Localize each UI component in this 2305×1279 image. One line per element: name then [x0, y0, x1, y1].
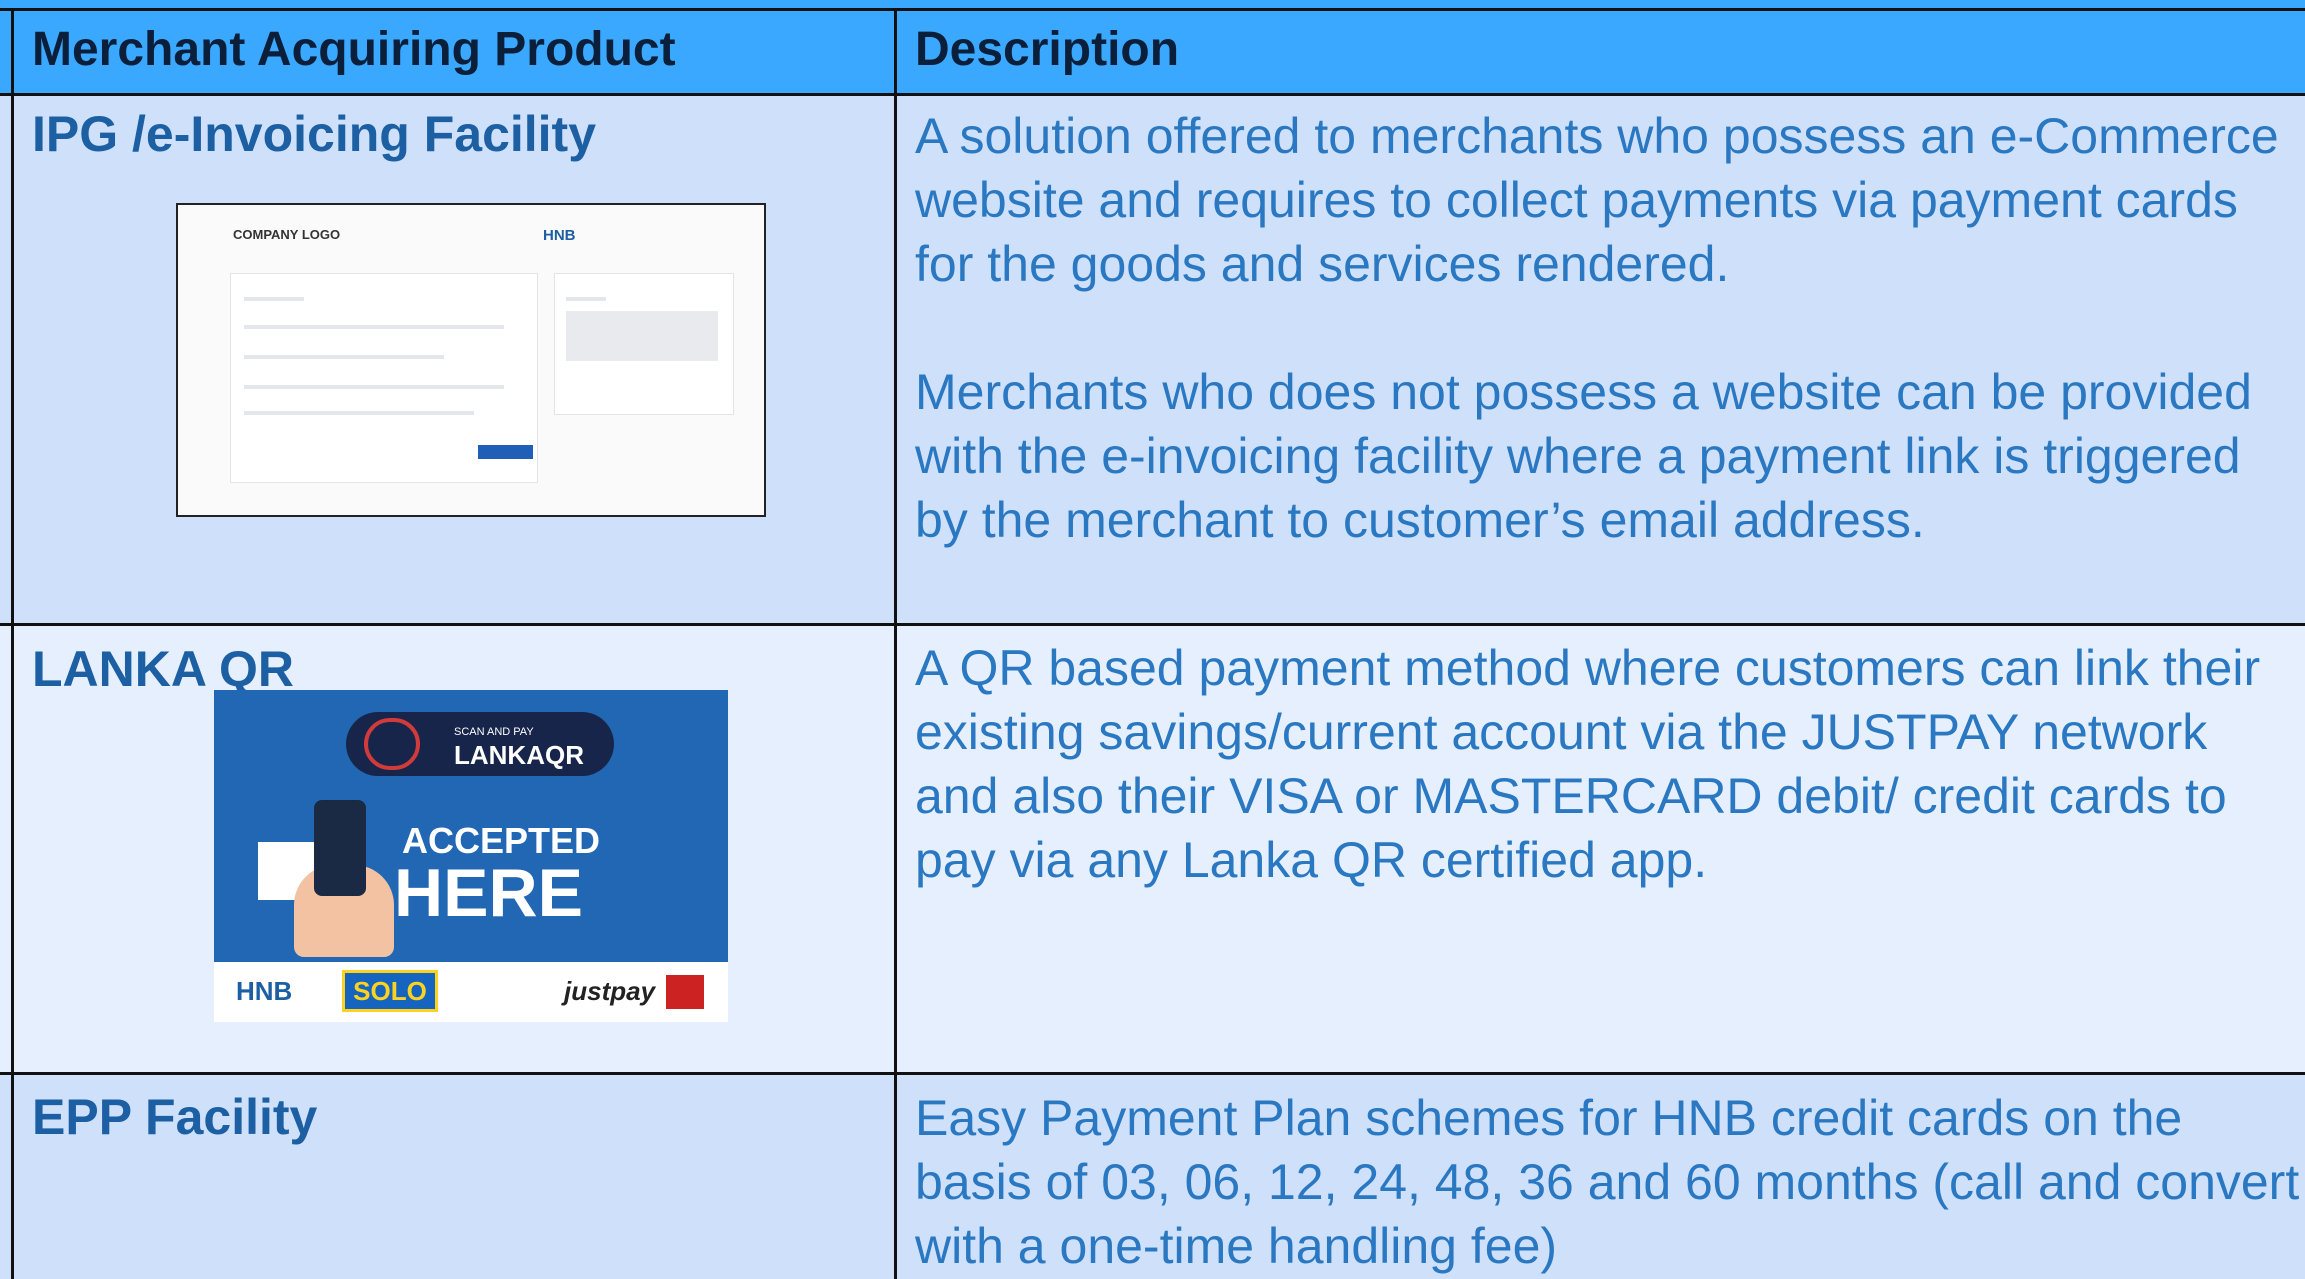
header-product-label: Merchant Acquiring Product	[32, 23, 676, 76]
description-paragraph: A QR based payment method where customer…	[915, 640, 2261, 888]
product-title: EPP Facility	[32, 1089, 318, 1145]
description-lanka-qr: A QR based payment method where customer…	[915, 636, 2300, 892]
divider	[0, 623, 2305, 626]
scan-and-pay-text: SCAN AND PAY	[454, 726, 534, 738]
divider	[894, 8, 897, 1279]
description-paragraph: A solution offered to merchants who poss…	[915, 108, 2279, 292]
divider	[0, 1072, 2305, 1075]
description-paragraph: Merchants who does not possess a website…	[915, 364, 2252, 548]
divider	[0, 93, 2305, 96]
qr-icon	[364, 718, 420, 770]
header-description-label: Description	[915, 23, 1180, 76]
phone-icon	[314, 800, 366, 896]
description-epp: Easy Payment Plan schemes for HNB credit…	[915, 1086, 2300, 1278]
description-ipg: A solution offered to merchants who poss…	[915, 104, 2300, 552]
payment-page-screenshot: COMPANY LOGO HNB	[176, 203, 766, 517]
pay-button-image	[478, 445, 533, 459]
justpay-logo: justpay	[564, 976, 656, 1006]
divider	[11, 8, 14, 1279]
company-logo-text: COMPANY LOGO	[233, 227, 341, 242]
description-paragraph: Easy Payment Plan schemes for HNB credit…	[915, 1090, 2300, 1274]
product-table: Merchant Acquiring Product Description I…	[0, 0, 2305, 1279]
divider	[0, 8, 2305, 11]
solo-logo: SOLO	[342, 970, 438, 1012]
lankapay-logo	[666, 975, 704, 1009]
table-header: Merchant Acquiring Product Description	[0, 0, 2305, 95]
product-title: IPG /e-Invoicing Facility	[32, 106, 597, 162]
hnb-logo: HNB	[236, 976, 293, 1006]
here-text: HERE	[394, 855, 583, 931]
lanka-qr-poster: SCAN AND PAY LANKAQR ACCEPTED HERE HNB S…	[214, 690, 728, 1022]
hnb-logo: HNB	[543, 227, 576, 244]
lanka-qr-text: LANKAQR	[454, 740, 584, 770]
